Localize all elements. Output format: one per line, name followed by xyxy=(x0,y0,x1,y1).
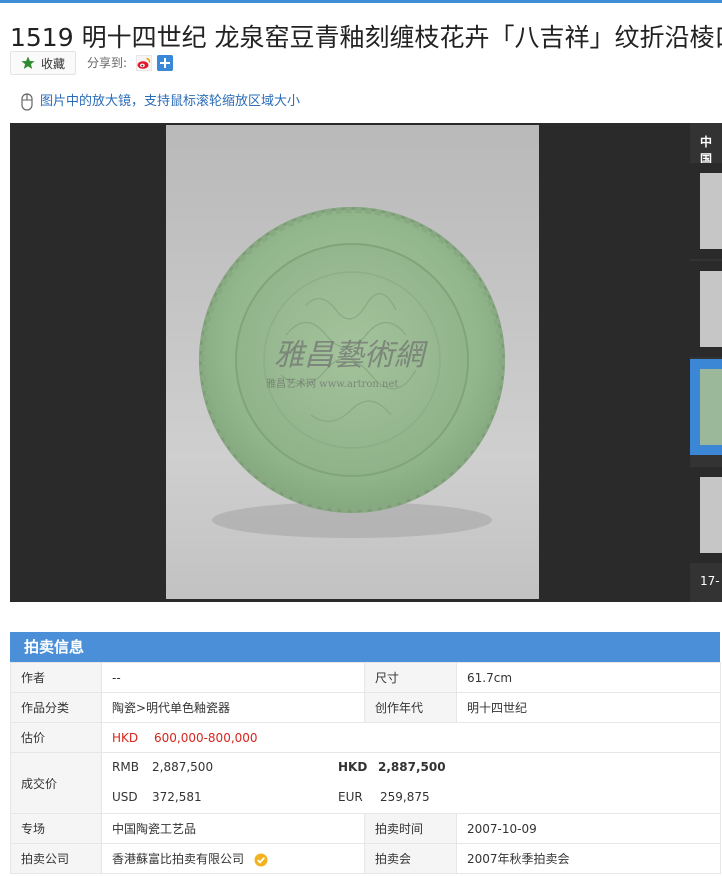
sale-value[interactable]: 2007年秋季拍卖会 xyxy=(456,843,721,874)
zoom-tip-text: 图片中的放大镜，支持鼠标滚轮缩放区域大小 xyxy=(40,94,301,109)
usd-value: 372,581 xyxy=(152,790,202,804)
size-label: 尺寸 xyxy=(364,662,457,693)
table-row: 拍卖公司 香港蘇富比拍卖有限公司 拍卖会 2007年秋季拍卖会 xyxy=(10,843,721,874)
thumbnail[interactable] xyxy=(690,467,722,563)
thumbnail-strip: 中国 17- xyxy=(690,123,722,602)
estimate-cell: HKD 600,000-800,000 xyxy=(101,722,721,753)
company-cell: 香港蘇富比拍卖有限公司 xyxy=(101,843,365,874)
weibo-share-icon[interactable] xyxy=(136,55,152,71)
time-value: 2007-10-09 xyxy=(456,813,721,844)
company-value[interactable]: 香港蘇富比拍卖有限公司 xyxy=(112,852,244,866)
top-accent-bar xyxy=(0,0,722,3)
thumbs-count: 17- xyxy=(700,574,720,588)
hkd-label: HKD xyxy=(338,760,368,774)
share-label: 分享到: xyxy=(87,56,128,70)
deal-label: 成交价 xyxy=(10,752,102,814)
table-row: 作者 -- 尺寸 61.7cm xyxy=(10,662,721,693)
estimate-value: 600,000-800,000 xyxy=(153,730,258,745)
time-label: 拍卖时间 xyxy=(364,813,457,844)
table-row: 成交价 RMB 2,887,500 HKD 2,887,500 USD 372,… xyxy=(10,752,721,814)
favorite-label: 收藏 xyxy=(41,57,66,71)
main-image[interactable]: 雅昌藝術網 雅昌艺术网 www.artron.net xyxy=(166,125,539,599)
table-row: 专场 中国陶瓷工艺品 拍卖时间 2007-10-09 xyxy=(10,813,721,844)
estimate-currency: HKD xyxy=(112,730,139,745)
category-value[interactable]: 陶瓷>明代单色釉瓷器 xyxy=(101,692,365,723)
author-value: -- xyxy=(101,662,365,693)
star-icon xyxy=(21,56,35,69)
page-title: 1519 明十四世纪 龙泉窑豆青釉刻缠枝花卉「八吉祥」纹折沿棱口大盘 xyxy=(10,23,722,52)
thumbs-header: 中国 xyxy=(700,135,713,166)
category-label: 作品分类 xyxy=(10,692,102,723)
sale-label: 拍卖会 xyxy=(364,843,457,874)
table-row: 作品分类 陶瓷>明代单色釉瓷器 创作年代 明十四世纪 xyxy=(10,692,721,723)
mouse-icon xyxy=(21,93,33,111)
era-label: 创作年代 xyxy=(364,692,457,723)
favorite-button[interactable]: 收藏 xyxy=(10,51,76,75)
author-label: 作者 xyxy=(10,662,102,693)
special-value[interactable]: 中国陶瓷工艺品 xyxy=(101,813,365,844)
more-share-icon[interactable] xyxy=(157,55,173,71)
company-label: 拍卖公司 xyxy=(10,843,102,874)
era-value: 明十四世纪 xyxy=(456,692,721,723)
svg-text:雅昌藝術網: 雅昌藝術網 xyxy=(274,338,429,373)
thumbnail[interactable] xyxy=(690,163,722,259)
eur-value: 259,875 xyxy=(380,790,430,804)
deal-cell: RMB 2,887,500 HKD 2,887,500 USD 372,581 … xyxy=(101,752,721,814)
verified-badge-icon xyxy=(254,853,268,866)
estimate-label: 估价 xyxy=(10,722,102,753)
hkd-value: 2,887,500 xyxy=(378,760,446,774)
thumbnail[interactable] xyxy=(690,261,722,357)
eur-label: EUR xyxy=(338,790,363,804)
auction-info-panel: 拍卖信息 作者 -- 尺寸 61.7cm 作品分类 陶瓷>明代单色釉瓷器 创作年… xyxy=(10,632,721,874)
rmb-label: RMB xyxy=(112,760,139,774)
rmb-value: 2,887,500 xyxy=(152,760,214,774)
auction-info-title: 拍卖信息 xyxy=(10,632,720,662)
svg-text:雅昌艺术网 www.artron.net: 雅昌艺术网 www.artron.net xyxy=(266,377,398,390)
size-value: 61.7cm xyxy=(456,662,721,693)
table-row: 估价 HKD 600,000-800,000 xyxy=(10,722,721,753)
usd-label: USD xyxy=(112,790,138,804)
special-label: 专场 xyxy=(10,813,102,844)
thumbnail-active[interactable] xyxy=(690,359,722,455)
auction-info-table: 作者 -- 尺寸 61.7cm 作品分类 陶瓷>明代单色釉瓷器 创作年代 明十四… xyxy=(10,662,721,874)
